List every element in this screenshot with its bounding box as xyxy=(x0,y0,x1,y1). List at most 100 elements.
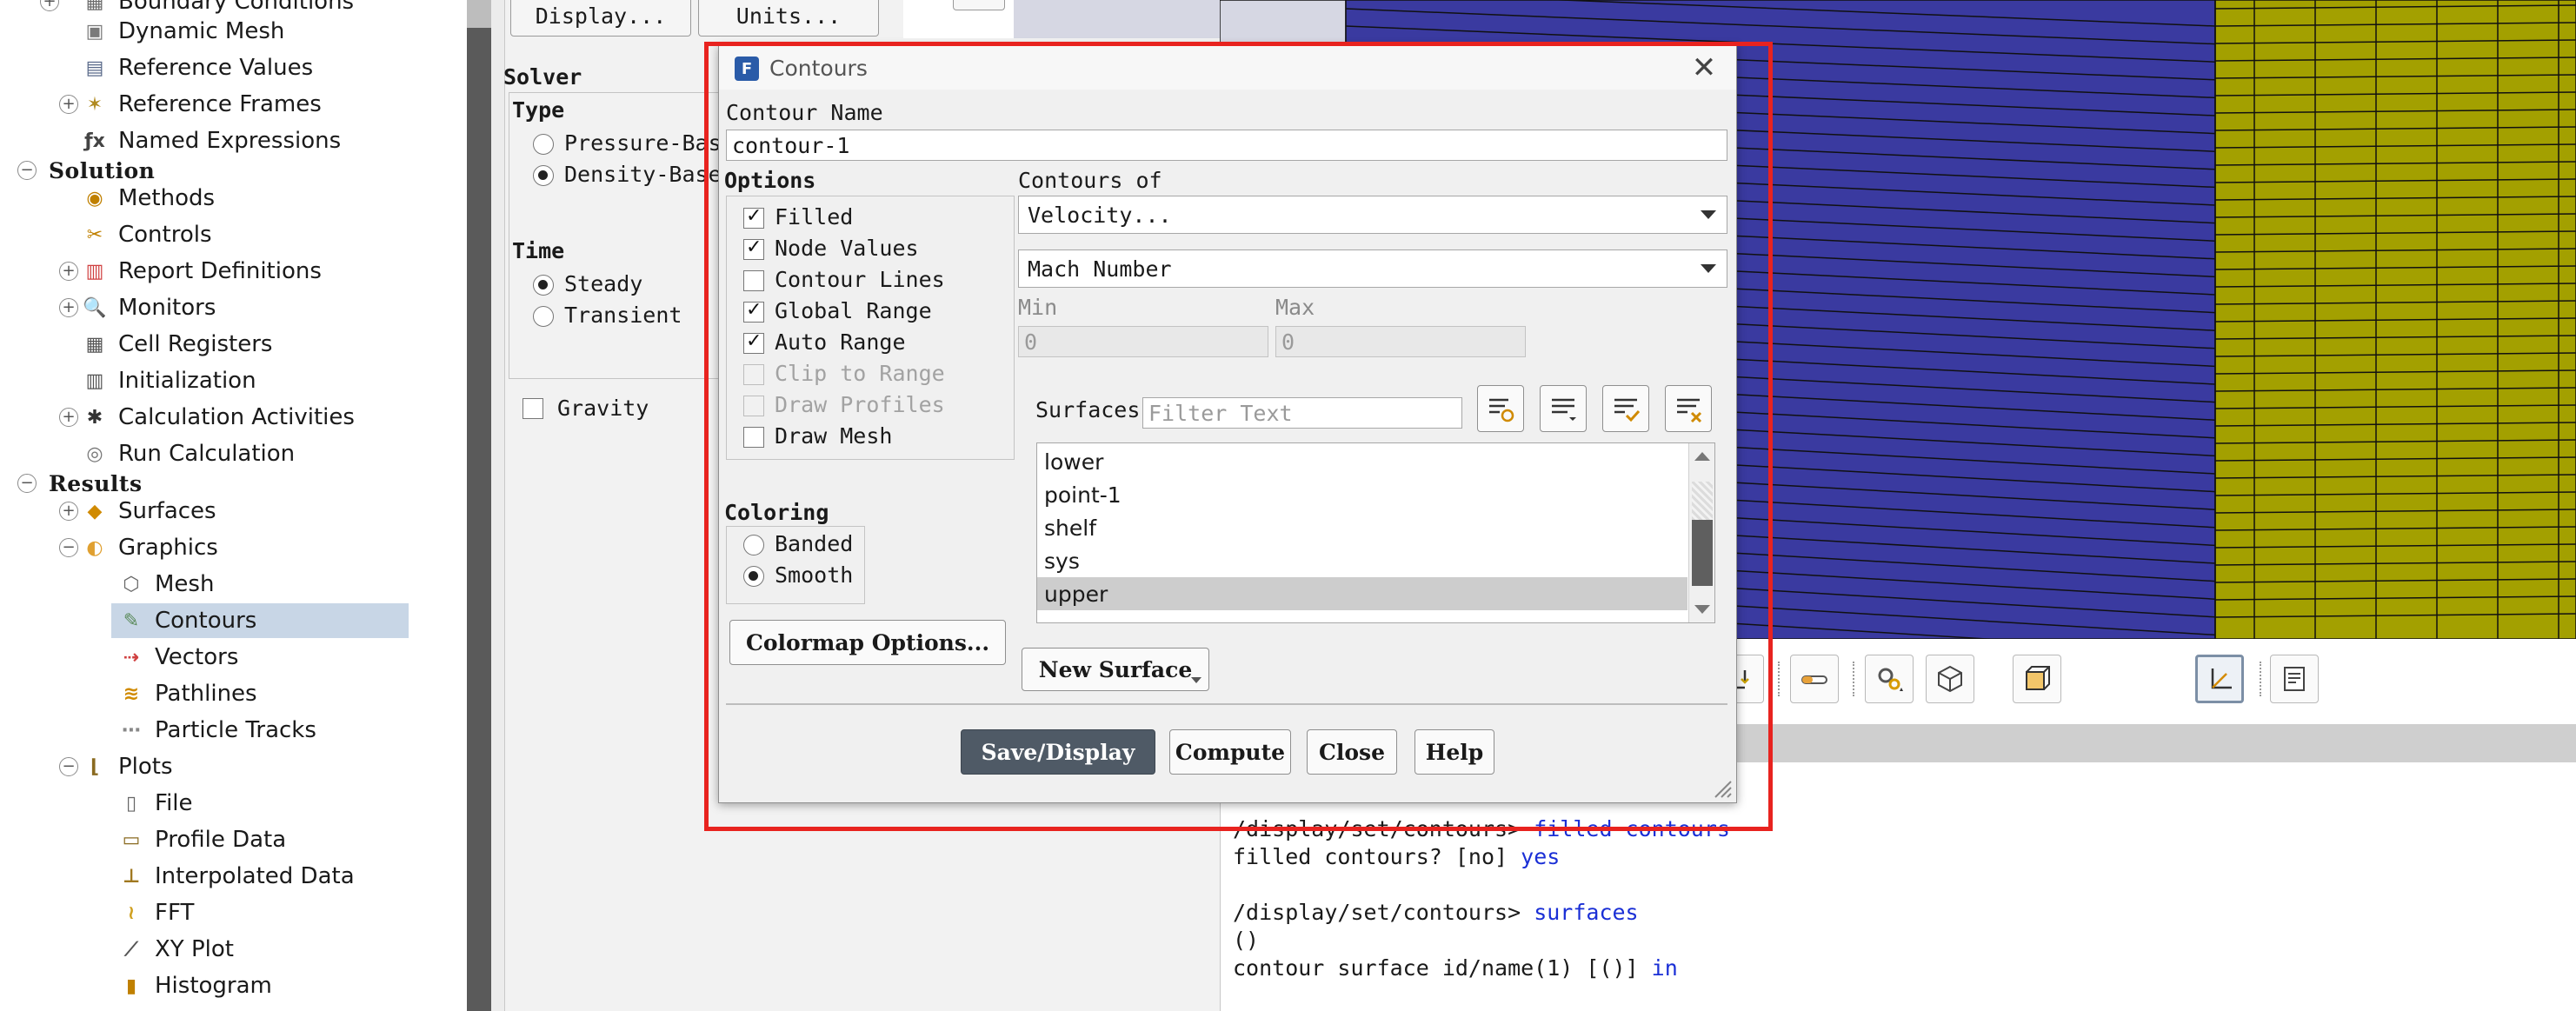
select-by-type-icon[interactable] xyxy=(1477,385,1524,432)
help-button[interactable]: Help xyxy=(1414,729,1494,775)
tree-expander-icon[interactable]: − xyxy=(59,757,78,776)
select-all-icon[interactable] xyxy=(1602,385,1649,432)
tree-item-graphics[interactable]: ◐ Graphics xyxy=(82,530,217,565)
rotate-settings-icon[interactable] xyxy=(1865,655,1914,703)
max-label: Max xyxy=(1275,295,1315,320)
option-checkbox-auto-range[interactable] xyxy=(743,330,764,354)
option-checkbox-draw-profiles[interactable] xyxy=(743,396,764,416)
scroll-down-icon[interactable] xyxy=(1694,605,1710,614)
tree-item-label: Histogram xyxy=(155,973,272,999)
surfaces-scrollbar[interactable] xyxy=(1688,443,1714,622)
tree-item-histogram[interactable]: ▮ Histogram xyxy=(118,968,272,1003)
dropdown-arrow-icon xyxy=(1191,677,1201,683)
contour-name-input[interactable]: contour-1 xyxy=(726,130,1727,161)
option-checkbox-draw-mesh[interactable] xyxy=(743,427,764,448)
tree-item-file[interactable]: ▯ File xyxy=(118,786,193,821)
option-checkbox-global-range[interactable] xyxy=(743,299,764,323)
tree-item-surfaces[interactable]: ◆ Surfaces xyxy=(82,494,216,529)
tree-item-label: Reference Values xyxy=(118,55,314,81)
tree-expander-icon[interactable]: + xyxy=(59,408,78,427)
dialog-divider xyxy=(726,703,1727,705)
deselect-all-icon[interactable] xyxy=(1665,385,1712,432)
display-button[interactable]: Display... xyxy=(510,0,691,37)
tree-expander-icon[interactable]: − xyxy=(17,474,37,493)
tree-item-reference-values[interactable]: ▤ Reference Values xyxy=(82,50,314,85)
probe-icon[interactable] xyxy=(1790,655,1839,703)
scroll-up-icon[interactable] xyxy=(1694,452,1710,461)
max-input[interactable]: 0 xyxy=(1275,326,1526,357)
tree-scrollbar[interactable] xyxy=(467,0,491,1011)
tree-expander-icon[interactable]: + xyxy=(59,95,78,114)
compute-button[interactable]: Compute xyxy=(1169,729,1291,775)
side-button[interactable] xyxy=(953,0,1005,10)
tree-item-methods[interactable]: ◉ Methods xyxy=(82,181,215,216)
tree-item-reference-frames[interactable]: ✶ Reference Frames xyxy=(82,87,322,122)
tree-item-monitors[interactable]: 🔍 Monitors xyxy=(82,290,216,325)
surface-list-item[interactable]: lower xyxy=(1037,445,1687,478)
contours-of-variable-select[interactable]: Mach Number xyxy=(1018,249,1727,288)
banded-radio[interactable] xyxy=(743,535,764,555)
tree-item-pathlines[interactable]: ≋ Pathlines xyxy=(118,676,257,711)
profile-data-icon: ▭ xyxy=(122,828,141,851)
tree-item-vectors[interactable]: ⇢ Vectors xyxy=(118,640,239,675)
option-checkbox-contour-lines[interactable] xyxy=(743,270,764,291)
tree-expander-icon[interactable]: + xyxy=(40,0,59,11)
close-button[interactable]: Close xyxy=(1307,729,1397,775)
tree-item-dynamic-mesh[interactable]: ▣ Dynamic Mesh xyxy=(82,14,285,49)
pressure-based-radio[interactable] xyxy=(533,134,554,155)
cell-registers-icon: ▦ xyxy=(85,333,104,356)
units-button[interactable]: Units... xyxy=(698,0,879,37)
tree-item-calculation-activities[interactable]: ✱ Calculation Activities xyxy=(82,400,355,435)
view-cube-icon[interactable] xyxy=(1926,655,1974,703)
steady-radio[interactable] xyxy=(533,275,554,296)
option-checkbox-clip-to-range[interactable] xyxy=(743,364,764,385)
new-surface-label: New Surface xyxy=(1038,656,1193,682)
min-input[interactable]: 0 xyxy=(1018,326,1268,357)
dialog-titlebar[interactable]: F Contours ✕ xyxy=(719,46,1736,90)
new-surface-button[interactable]: New Surface xyxy=(1022,648,1209,691)
option-checkbox-filled[interactable] xyxy=(743,205,764,229)
density-based-radio[interactable] xyxy=(533,165,554,186)
colormap-options-button[interactable]: Colormap Options... xyxy=(729,620,1006,665)
group-by-icon[interactable] xyxy=(1540,385,1587,432)
surface-list-item[interactable]: upper xyxy=(1037,577,1687,610)
tree-item-fft[interactable]: ≀ FFT xyxy=(118,895,194,930)
tree-item-mesh[interactable]: ⬡ Mesh xyxy=(118,567,214,602)
tree-expander-icon[interactable]: − xyxy=(17,161,37,180)
gravity-checkbox[interactable] xyxy=(523,398,543,419)
tree-item-label: Pathlines xyxy=(155,681,257,707)
box-view-icon[interactable] xyxy=(2013,655,2061,703)
tree-expander-icon[interactable]: + xyxy=(59,298,78,317)
fluent-app-icon: F xyxy=(735,57,759,81)
surface-list-item[interactable]: sys xyxy=(1037,544,1687,577)
tree-item-xy-plot[interactable]: ⟋ XY Plot xyxy=(118,932,234,967)
save-picture-icon[interactable] xyxy=(2270,655,2319,703)
tree-item-interpolated-data[interactable]: ⊥ Interpolated Data xyxy=(118,859,355,894)
surfaces-scrollbar-thumb[interactable] xyxy=(1692,520,1713,586)
save-display-button[interactable]: Save/Display xyxy=(961,729,1155,775)
resize-grip-icon[interactable] xyxy=(1710,776,1733,799)
tree-expander-icon[interactable]: − xyxy=(59,538,78,557)
tree-item-plots[interactable]: ⌊ Plots xyxy=(82,749,173,784)
particle-tracks-icon: ⋯ xyxy=(122,719,141,742)
surfaces-filter-input[interactable]: Filter Text xyxy=(1142,397,1462,429)
close-icon[interactable]: ✕ xyxy=(1687,51,1721,84)
axes-icon[interactable] xyxy=(2195,655,2244,703)
tree-item-cell-registers[interactable]: ▦ Cell Registers xyxy=(82,327,273,362)
tree-item-profile-data[interactable]: ▭ Profile Data xyxy=(118,822,287,857)
smooth-radio[interactable] xyxy=(743,566,764,587)
tree-item-contours[interactable]: ✎ Contours xyxy=(111,603,409,638)
tree-item-initialization[interactable]: ▥ Initialization xyxy=(82,363,256,398)
tree-expander-icon[interactable]: + xyxy=(59,502,78,521)
surfaces-list[interactable]: upper sys shelf point-1 lower xyxy=(1036,442,1715,623)
transient-radio[interactable] xyxy=(533,306,554,327)
tree-item-controls[interactable]: ✂ Controls xyxy=(82,217,212,252)
tree-item-particle-tracks[interactable]: ⋯ Particle Tracks xyxy=(118,713,316,748)
option-checkbox-node-values[interactable] xyxy=(743,236,764,260)
surface-list-item[interactable]: point-1 xyxy=(1037,478,1687,511)
surface-list-item[interactable]: shelf xyxy=(1037,511,1687,544)
contours-of-category-select[interactable]: Velocity... xyxy=(1018,196,1727,234)
tree-expander-icon[interactable]: + xyxy=(59,262,78,281)
tree-item-report-definitions[interactable]: ▥ Report Definitions xyxy=(82,254,322,289)
tree-scrollbar-thumb[interactable] xyxy=(467,0,491,28)
